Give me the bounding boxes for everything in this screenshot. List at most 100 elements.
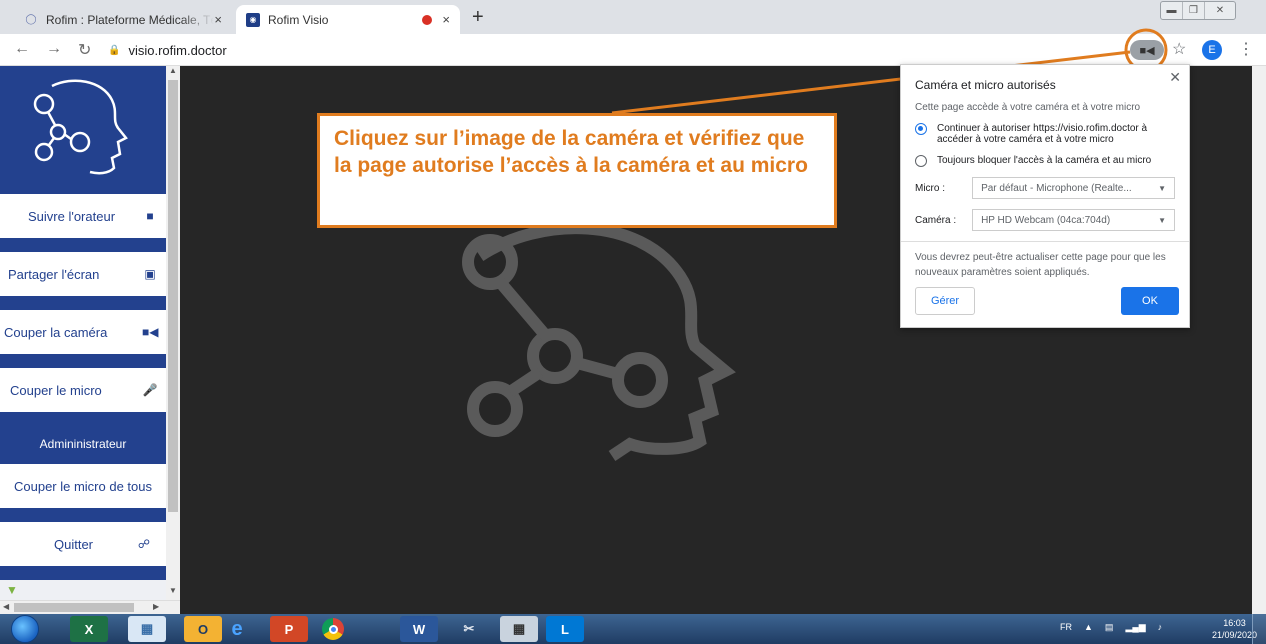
ok-button[interactable]: OK <box>1121 287 1179 315</box>
admin-section-header: Admininistrateur <box>0 426 166 462</box>
popup-subtitle: Cette page accède à votre caméra et à vo… <box>915 102 1141 113</box>
browser-menu-icon[interactable]: ⋮ <box>1238 39 1254 59</box>
bookmark-star-icon[interactable]: ☆ <box>1172 39 1186 59</box>
sidebar-bottom-strip: ▼ <box>0 580 166 600</box>
start-button[interactable] <box>11 615 39 643</box>
status-indicator-icon: ▼ <box>6 583 18 597</box>
scroll-up-icon[interactable]: ▲ <box>169 66 177 75</box>
allow-option[interactable]: Continuer à autoriser https://visio.rofi… <box>915 123 1175 145</box>
chevron-down-icon: ▼ <box>1158 215 1166 225</box>
mute-all-label: Couper le micro de tous <box>13 478 152 494</box>
follow-speaker-label: Suivre l'orateur <box>28 208 116 224</box>
rofim-favicon-icon: ◯ <box>25 14 37 25</box>
camera-select-row: Caméra : HP HD Webcam (04ca:704d) ▼ <box>915 209 1175 231</box>
show-desktop-button[interactable] <box>1252 614 1266 644</box>
scrollbar-thumb[interactable] <box>168 80 178 512</box>
microphone-icon: 🎤 <box>142 383 158 397</box>
divider <box>901 241 1189 242</box>
snipping-tool-taskbar-icon[interactable]: ✂ <box>450 616 488 642</box>
powerpoint-taskbar-icon[interactable]: P <box>270 616 308 642</box>
camera-select[interactable]: HP HD Webcam (04ca:704d) ▼ <box>972 209 1175 231</box>
microphone-select[interactable]: Par défaut - Microphone (Realte... ▼ <box>972 177 1175 199</box>
sidebar-vertical-scrollbar[interactable]: ▲ ▼ <box>166 66 180 600</box>
close-window-icon[interactable]: ✕ <box>1205 2 1235 19</box>
lync-taskbar-icon[interactable]: L <box>546 616 584 642</box>
signal-icon[interactable]: ▂▄▆ <box>1125 622 1145 633</box>
mute-microphone-label: Couper le micro <box>10 382 102 398</box>
lock-icon: 🔒 <box>108 44 121 56</box>
follow-speaker-button[interactable]: Suivre l'orateur ■ <box>0 194 166 238</box>
tray-expand-icon[interactable]: ▲ <box>1084 622 1093 633</box>
block-option-label: Toujours bloquer l'accès à la caméra et … <box>937 155 1152 166</box>
network-icon[interactable]: ▤ <box>1105 622 1114 633</box>
scrollbar-thumb[interactable] <box>14 603 134 612</box>
file-explorer-taskbar-icon[interactable]: ▦ <box>128 616 166 642</box>
tab-rofim-visio[interactable]: ◉ Rofim Visio × <box>236 5 460 34</box>
camera-permission-icon[interactable]: ■◀ <box>1130 40 1164 60</box>
refresh-note: Vous devrez peut-être actualiser cette p… <box>915 252 1166 278</box>
share-screen-label: Partager l'écran <box>8 266 100 282</box>
mute-camera-label: Couper la caméra <box>4 324 108 340</box>
follow-speaker-icon: ■ <box>146 209 154 223</box>
rofim-visio-favicon-icon: ◉ <box>246 12 260 27</box>
new-tab-button[interactable]: + <box>472 6 484 29</box>
popup-title: Caméra et micro autorisés <box>915 78 1056 92</box>
annotation-callout: Cliquez sur l’image de la caméra et véri… <box>317 113 837 228</box>
radio-block[interactable] <box>915 155 927 167</box>
tab-title: Rofim : Plateforme Médicale, Télé <box>46 12 215 27</box>
forward-arrow-icon[interactable]: → <box>46 40 62 58</box>
microphone-select-row: Micro : Par défaut - Microphone (Realte.… <box>915 177 1175 199</box>
tab-close-icon[interactable]: × <box>442 12 450 27</box>
back-arrow-icon[interactable]: ← <box>14 40 30 58</box>
tab-close-icon[interactable]: × <box>214 12 222 27</box>
clock-date: 21/09/2020 <box>1212 630 1258 640</box>
volume-icon[interactable]: ♪ <box>1158 622 1163 633</box>
scroll-left-icon[interactable]: ◀ <box>3 602 9 611</box>
main-vertical-scrollbar[interactable] <box>1252 66 1266 614</box>
mute-all-microphones-button[interactable]: Couper le micro de tous <box>0 464 166 508</box>
allow-option-label: Continuer à autoriser https://visio.rofi… <box>937 123 1148 145</box>
microphone-label: Micro : <box>915 182 945 194</box>
word-taskbar-icon[interactable]: W <box>400 616 438 642</box>
minimize-icon[interactable]: ▬ <box>1161 2 1183 19</box>
profile-avatar[interactable]: E <box>1202 40 1222 60</box>
microphone-value: Par défaut - Microphone (Realte... <box>981 182 1132 194</box>
block-option[interactable]: Toujours bloquer l'accès à la caméra et … <box>915 155 1175 167</box>
quit-label: Quitter <box>54 536 94 552</box>
tab-rofim-platform[interactable]: ◯ Rofim : Plateforme Médicale, Télé × <box>14 5 232 34</box>
quit-button[interactable]: Quitter ☍ <box>0 522 166 566</box>
rofim-logo-icon <box>33 79 128 175</box>
camera-label: Caméra : <box>915 214 957 226</box>
url-field[interactable]: 🔒 visio.rofim.doctor <box>108 38 1128 62</box>
mute-camera-button[interactable]: Couper la caméra ■◀ <box>0 310 166 354</box>
calculator-taskbar-icon[interactable]: ▦ <box>500 616 538 642</box>
clock-time: 16:03 <box>1223 618 1246 628</box>
language-indicator[interactable]: FR <box>1060 622 1072 633</box>
recording-indicator-icon <box>422 14 433 25</box>
manage-button[interactable]: Gérer <box>915 287 975 315</box>
chrome-taskbar-icon[interactable] <box>314 616 352 642</box>
mute-microphone-button[interactable]: Couper le micro 🎤 <box>0 368 166 412</box>
excel-taskbar-icon[interactable]: X <box>70 616 108 642</box>
sidebar: Suivre l'orateur ■ Partager l'écran ▣ Co… <box>0 66 166 600</box>
reload-icon[interactable]: ↻ <box>78 40 91 60</box>
maximize-icon[interactable]: ❒ <box>1183 2 1205 19</box>
tab-bar: ◯ Rofim : Plateforme Médicale, Télé × ◉ … <box>0 0 1266 34</box>
hangup-icon: ☍ <box>137 537 151 551</box>
url-text: visio.rofim.doctor <box>128 42 227 58</box>
tab-title: Rofim Visio <box>268 12 329 27</box>
system-tray: FR ▲ ▤ ▂▄▆ ♪ <box>1060 622 1162 633</box>
sidebar-horizontal-scrollbar[interactable]: ◀ ▶ <box>0 600 180 614</box>
share-screen-button[interactable]: Partager l'écran ▣ <box>0 252 166 296</box>
outlook-taskbar-icon[interactable]: O <box>184 616 222 642</box>
radio-allow[interactable] <box>915 123 927 135</box>
internet-explorer-taskbar-icon[interactable]: e <box>218 616 256 642</box>
scroll-down-icon[interactable]: ▼ <box>169 586 177 595</box>
camera-permission-popup: ✕ Caméra et micro autorisés Cette page a… <box>900 64 1190 328</box>
scroll-right-icon[interactable]: ▶ <box>153 602 159 611</box>
camera-value: HP HD Webcam (04ca:704d) <box>981 214 1111 226</box>
window-controls: ▬ ❒ ✕ <box>1160 1 1236 20</box>
clock[interactable]: 16:03 21/09/2020 <box>1212 617 1257 641</box>
rofim-logo <box>0 66 166 194</box>
close-icon[interactable]: ✕ <box>1169 69 1181 86</box>
